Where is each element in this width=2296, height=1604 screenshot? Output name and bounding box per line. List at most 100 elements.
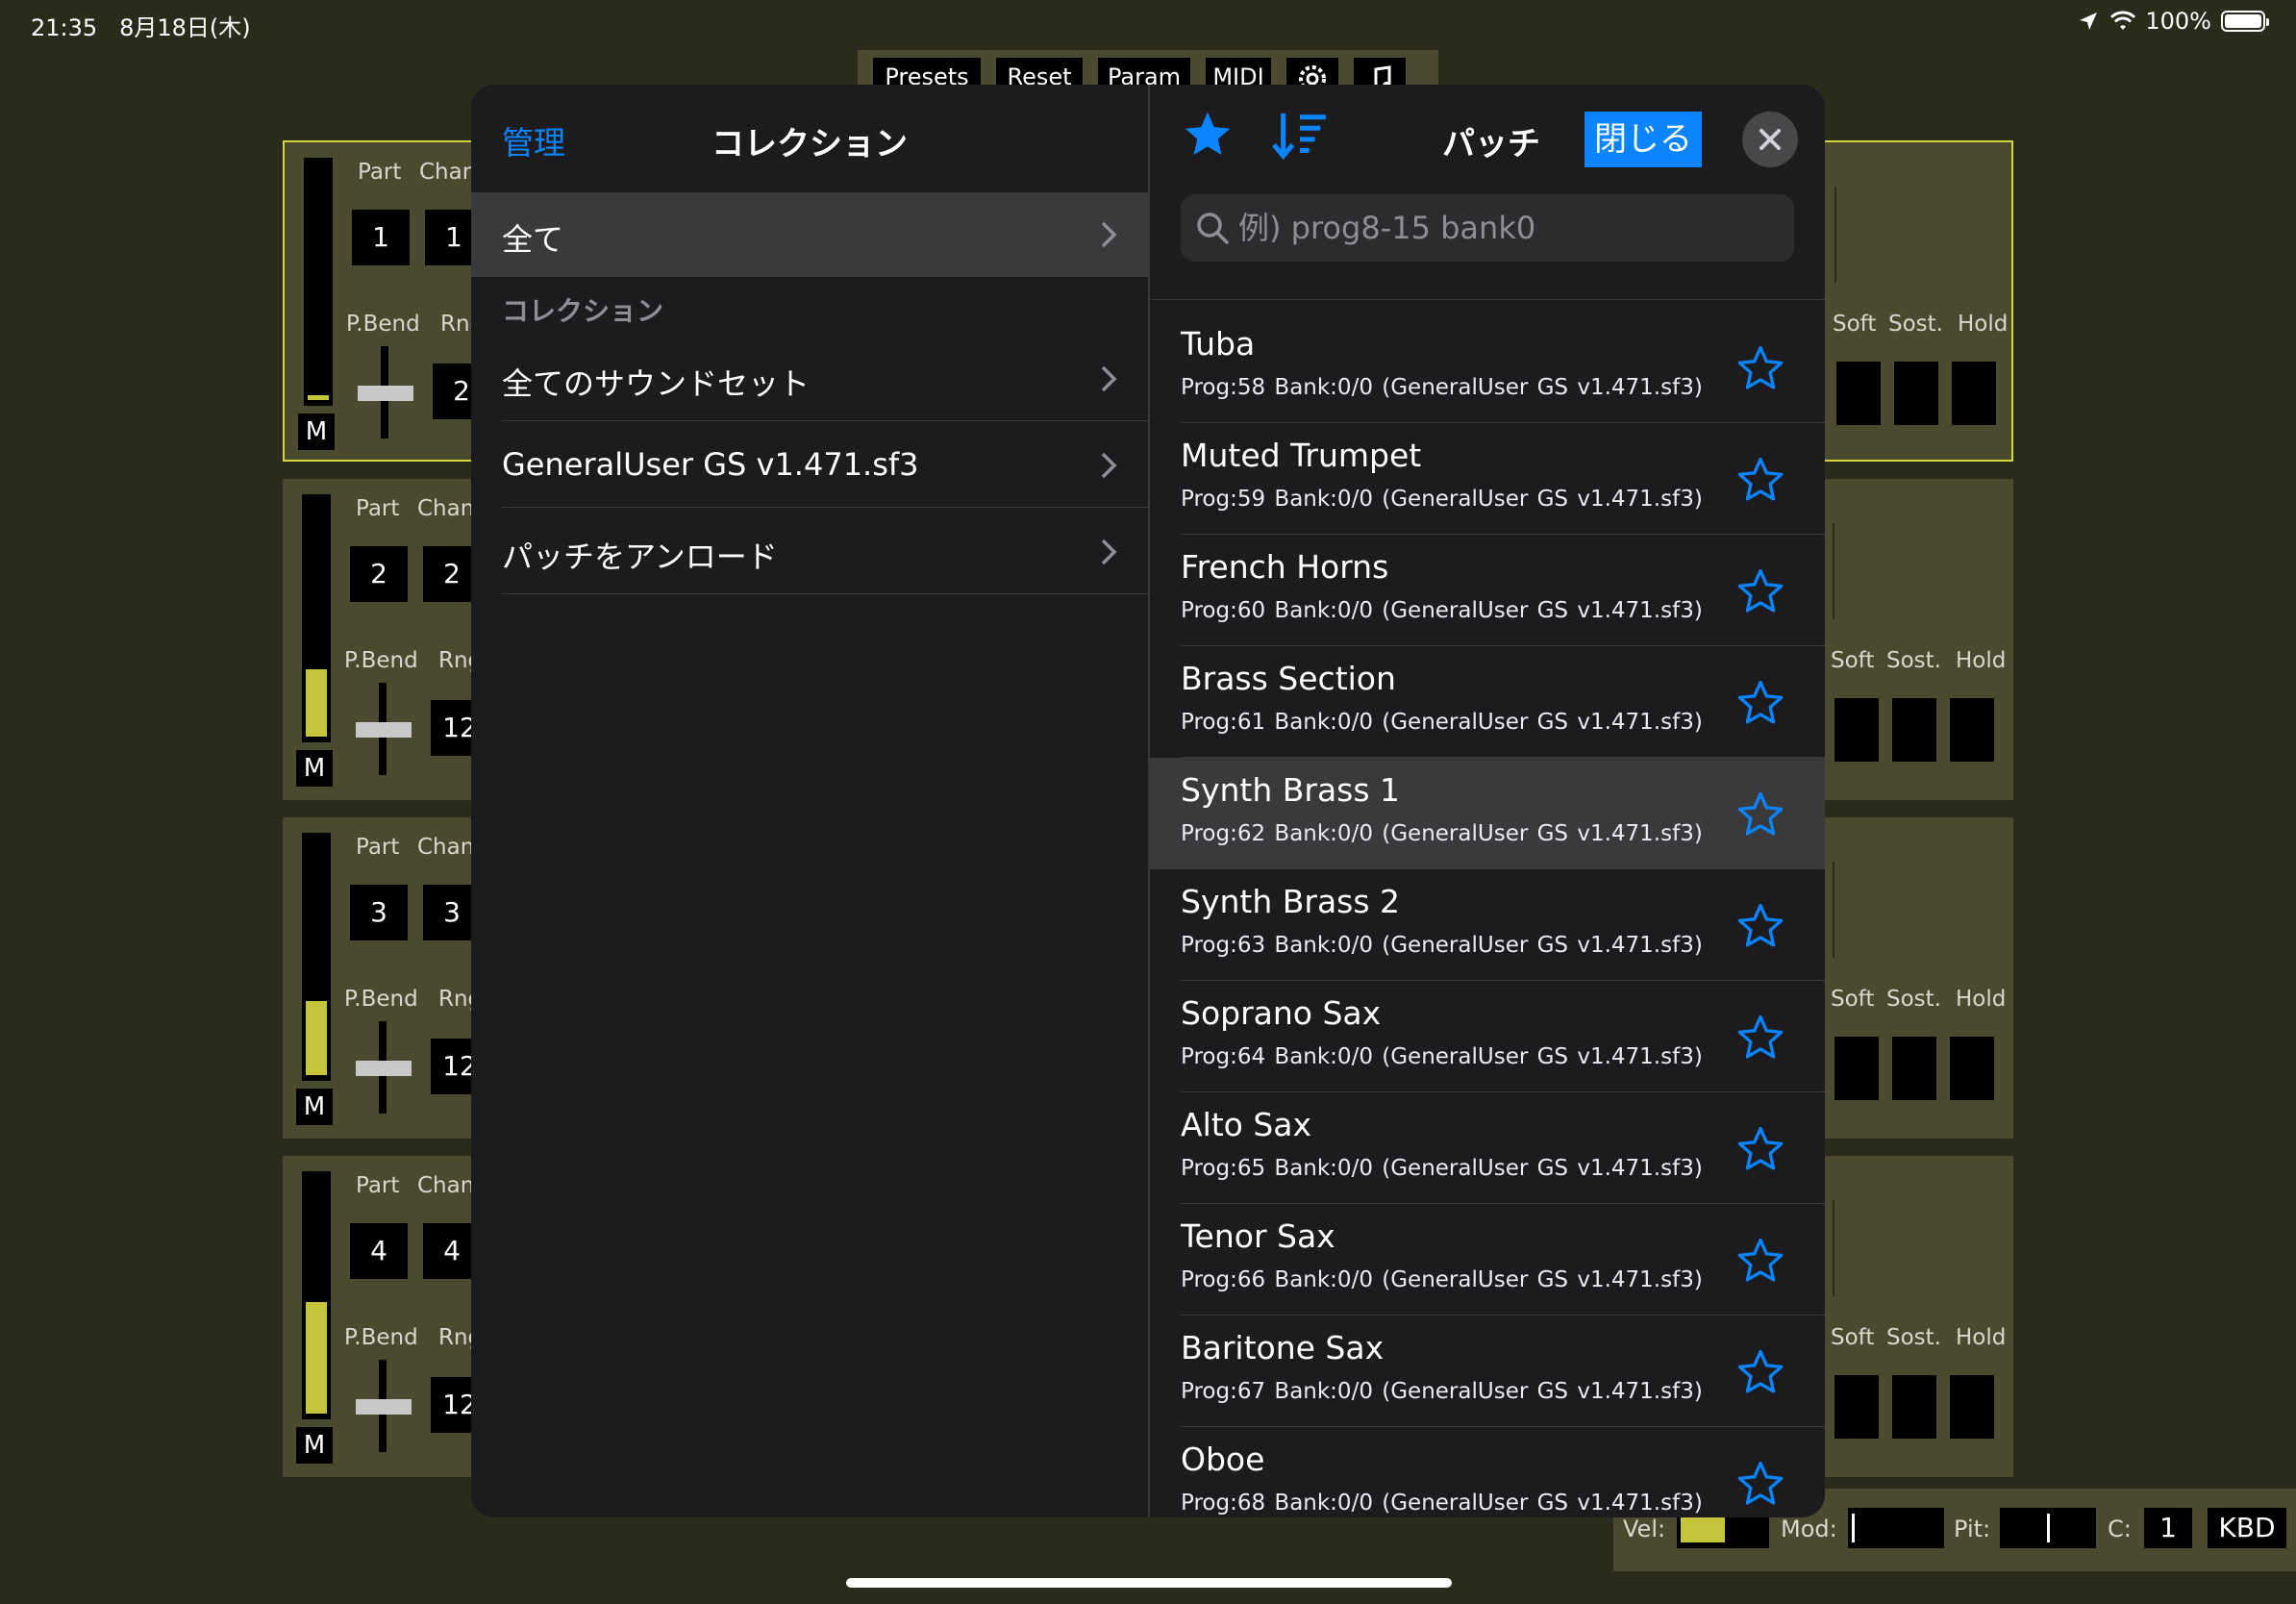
patch-row[interactable]: Baritone Sax Prog:67 Bank:0/0 (GeneralUse… xyxy=(1150,1316,1825,1427)
favorite-star-icon[interactable] xyxy=(1734,1458,1786,1510)
soft-label: Soft xyxy=(1831,987,1875,1012)
modulation-slider[interactable] xyxy=(1848,1508,1944,1548)
search-field[interactable] xyxy=(1181,194,1794,262)
mute-button[interactable]: M xyxy=(296,1089,333,1125)
part-label: Part xyxy=(358,160,402,185)
keyboard-button[interactable]: KBD xyxy=(2208,1508,2286,1548)
hold-label: Hold xyxy=(1958,312,2009,337)
collections-header: コレクション 管理 xyxy=(471,85,1148,192)
pitch-bend-thumb[interactable] xyxy=(358,386,413,401)
favorite-star-icon[interactable] xyxy=(1734,677,1786,729)
patch-name: Baritone Sax xyxy=(1181,1329,1385,1366)
patch-row[interactable]: Synth Brass 2 Prog:63 Bank:0/0 (GeneralUs… xyxy=(1150,869,1825,981)
location-icon xyxy=(2080,13,2098,30)
favorite-star-icon[interactable] xyxy=(1734,1346,1786,1398)
patch-row[interactable]: Oboe Prog:68 Bank:0/0 (GeneralUser GS v1.… xyxy=(1150,1427,1825,1517)
soft-pedal-button[interactable] xyxy=(1836,362,1881,425)
hold-pedal-button[interactable] xyxy=(1950,1037,1994,1100)
part-number[interactable]: 2 xyxy=(350,546,408,602)
part-number[interactable]: 3 xyxy=(350,885,408,940)
part-label: Part xyxy=(356,1173,400,1198)
patch-row[interactable]: Soprano Sax Prog:64 Bank:0/0 (GeneralUser… xyxy=(1150,981,1825,1092)
manage-button[interactable]: 管理 xyxy=(502,117,565,163)
pitch-bend-thumb[interactable] xyxy=(356,722,412,738)
pitch-bend-thumb[interactable] xyxy=(356,1399,412,1415)
soft-label: Soft xyxy=(1831,1325,1875,1350)
search-input[interactable] xyxy=(1238,194,1777,262)
part-label: Part xyxy=(356,835,400,860)
patch-row[interactable]: Synth Brass 1 Prog:62 Bank:0/0 (GeneralUs… xyxy=(1150,758,1825,869)
sostenuto-pedal-button[interactable] xyxy=(1892,698,1936,762)
favorites-filter-star-icon[interactable] xyxy=(1181,108,1235,162)
favorite-star-icon[interactable] xyxy=(1734,900,1786,952)
channel-value[interactable]: 1 xyxy=(2144,1508,2192,1548)
collection-row-all-soundsets[interactable]: 全てのサウンドセット xyxy=(471,335,1148,421)
soft-pedal-button[interactable] xyxy=(1834,1375,1879,1439)
patch-name: Soprano Sax xyxy=(1181,994,1382,1032)
favorite-star-icon[interactable] xyxy=(1734,1012,1786,1064)
soft-pedal-button[interactable] xyxy=(1834,1037,1879,1100)
battery-percent: 100% xyxy=(2145,8,2211,35)
patch-row[interactable]: Alto Sax Prog:65 Bank:0/0 (GeneralUser GS… xyxy=(1150,1092,1825,1204)
part-number[interactable]: 4 xyxy=(350,1223,408,1279)
favorite-star-icon[interactable] xyxy=(1734,565,1786,617)
part-label: Part xyxy=(356,496,400,521)
chan-label: Chan xyxy=(417,496,475,521)
dismiss-button[interactable] xyxy=(1742,112,1798,167)
soft-pedal-button[interactable] xyxy=(1834,698,1879,762)
mute-button[interactable]: M xyxy=(298,414,335,450)
chevron-right-icon xyxy=(1101,539,1117,565)
collection-all-label: 全て xyxy=(502,221,564,258)
favorite-star-icon[interactable] xyxy=(1734,454,1786,506)
sort-icon[interactable] xyxy=(1271,110,1329,162)
sostenuto-pedal-button[interactable] xyxy=(1892,1375,1936,1439)
collections-section-header: コレクション xyxy=(502,295,664,327)
patches-title: パッチ xyxy=(1442,125,1540,163)
level-meter xyxy=(302,494,331,742)
patch-row[interactable]: Tuba Prog:58 Bank:0/0 (GeneralUser GS v1.… xyxy=(1150,312,1825,423)
collection-row-label: 全てのサウンドセット xyxy=(502,365,811,402)
patch-name: Synth Brass 2 xyxy=(1181,883,1401,920)
sost-label: Sost. xyxy=(1886,648,1941,673)
patch-info: Prog:59 Bank:0/0 (GeneralUser GS v1.471.… xyxy=(1181,487,1703,512)
favorite-star-icon[interactable] xyxy=(1734,1235,1786,1287)
patch-name: French Horns xyxy=(1181,548,1389,586)
sostenuto-pedal-button[interactable] xyxy=(1892,1037,1936,1100)
patch-row[interactable]: French Horns Prog:60 Bank:0/0 (GeneralUse… xyxy=(1150,535,1825,646)
patch-row[interactable]: Brass Section Prog:61 Bank:0/0 (GeneralUs… xyxy=(1150,646,1825,758)
mute-button[interactable]: M xyxy=(296,750,333,787)
pitch-slider[interactable] xyxy=(2000,1508,2096,1548)
patch-row[interactable]: Tenor Sax Prog:66 Bank:0/0 (GeneralUser G… xyxy=(1150,1204,1825,1316)
hold-pedal-button[interactable] xyxy=(1952,362,1996,425)
mute-button[interactable]: M xyxy=(296,1427,333,1464)
patch-name: Brass Section xyxy=(1181,660,1396,697)
patch-row[interactable]: Muted Trumpet Prog:59 Bank:0/0 (GeneralUs… xyxy=(1150,423,1825,535)
pbend-label: P.Bend xyxy=(344,987,418,1012)
collections-title: コレクション xyxy=(711,125,908,163)
patch-list[interactable]: Tuba Prog:58 Bank:0/0 (GeneralUser GS v1.… xyxy=(1150,312,1825,1517)
status-time: 21:35 8月18日(木) xyxy=(31,14,251,41)
patch-info: Prog:65 Bank:0/0 (GeneralUser GS v1.471.… xyxy=(1181,1156,1703,1181)
collection-row-all[interactable]: 全て xyxy=(471,192,1148,277)
hold-pedal-button[interactable] xyxy=(1950,698,1994,762)
pbend-label: P.Bend xyxy=(344,648,418,673)
hold-label: Hold xyxy=(1956,1325,2007,1350)
channel-label: C: xyxy=(2108,1516,2132,1542)
favorite-star-icon[interactable] xyxy=(1734,1123,1786,1175)
favorite-star-icon[interactable] xyxy=(1734,342,1786,394)
mod-label: Mod: xyxy=(1781,1516,1837,1542)
collection-row-generaluser[interactable]: GeneralUser GS v1.471.sf3 xyxy=(471,421,1148,508)
vel-label: Vel: xyxy=(1623,1516,1666,1542)
hold-pedal-button[interactable] xyxy=(1950,1375,1994,1439)
sostenuto-pedal-button[interactable] xyxy=(1894,362,1938,425)
pitch-bend-thumb[interactable] xyxy=(356,1061,412,1076)
favorite-star-icon[interactable] xyxy=(1734,789,1786,840)
search-icon xyxy=(1197,213,1229,244)
patch-info: Prog:64 Bank:0/0 (GeneralUser GS v1.471.… xyxy=(1181,1044,1703,1069)
close-button[interactable]: 閉じる xyxy=(1585,112,1702,167)
chan-label: Chan xyxy=(417,835,475,860)
status-bar: 21:35 8月18日(木) 100% xyxy=(0,0,2296,46)
part-number[interactable]: 1 xyxy=(352,210,410,265)
level-meter xyxy=(302,1171,331,1419)
collection-row-unload-patches[interactable]: パッチをアンロード xyxy=(471,508,1148,594)
